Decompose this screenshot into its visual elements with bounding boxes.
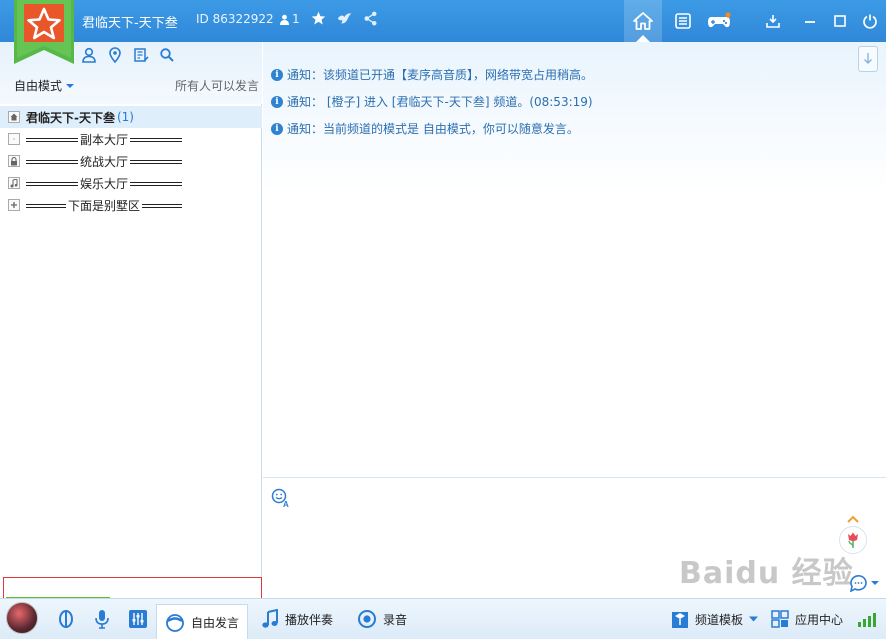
chat-message: i 通知：当前频道的模式是 自由模式，你可以随意发言。 — [271, 120, 579, 137]
edit-list-icon[interactable] — [132, 46, 150, 64]
music-icon — [8, 177, 20, 189]
root-user-count: (1) — [116, 110, 134, 124]
chevron-down-icon — [749, 616, 759, 622]
channel-label-1: 统战大厅 — [26, 153, 183, 170]
app-grid-icon — [771, 610, 789, 628]
svg-text:A: A — [283, 500, 289, 508]
online-users: 1 — [279, 12, 300, 26]
user-icon — [280, 14, 289, 25]
channel-label-3: 下面是别墅区 — [26, 197, 183, 214]
channel-decor-right — [130, 137, 183, 142]
chat-message-text: 通知：该频道已开通【麦序高音质】，网络带宽占用稍高。 — [287, 68, 594, 82]
title-bar: 君临天下-天下叁 ID 86322922 1 — [0, 0, 886, 42]
mode-note: 所有人可以发言 — [174, 79, 259, 93]
home-icon — [633, 12, 653, 30]
minimize-icon[interactable] — [796, 7, 824, 35]
chat-message-text: 通知： [橙子] 进入 [君临天下-天下叁] 频道。(08:53:19) — [287, 95, 593, 109]
channel-label-0: 副本大厅 — [26, 131, 183, 148]
channel-decor-right — [130, 159, 183, 164]
free-speech-icon — [166, 613, 184, 632]
location-pin-icon[interactable] — [106, 46, 124, 64]
dot-icon: · — [8, 133, 20, 145]
channel-item-1[interactable]: 统战大厅 — [0, 150, 262, 172]
record-label: 录音 — [383, 612, 408, 627]
favorite-star-icon[interactable] — [311, 11, 326, 26]
signal-strength-icon — [858, 611, 876, 627]
channel-text-3: 下面是别墅区 — [68, 198, 141, 213]
app-center-button[interactable]: 应用中心 — [771, 607, 843, 631]
free-speech-button[interactable]: 自由发言 — [156, 604, 249, 639]
mode-label: 自由模式 — [14, 79, 63, 93]
info-icon: i — [271, 68, 283, 81]
channel-id: ID 86322922 — [196, 12, 274, 26]
mode-row: 自由模式 所有人可以发言 — [14, 77, 259, 94]
microphone-icon[interactable] — [91, 608, 113, 630]
channel-item-3[interactable]: 下面是别墅区 — [0, 194, 262, 216]
emoji-font-icon[interactable]: A — [271, 488, 291, 509]
channel-text-0: 副本大厅 — [80, 132, 129, 147]
chat-bubble-icon[interactable] — [849, 573, 879, 593]
chat-message: i 通知： [橙子] 进入 [君临天下-天下叁] 频道。(08:53:19) — [271, 93, 593, 110]
power-close-icon[interactable] — [856, 7, 884, 35]
channel-logo — [14, 0, 74, 64]
message-input-area[interactable]: A Baidu 经验 — [263, 477, 886, 598]
avatar[interactable] — [6, 602, 38, 634]
channel-template-button[interactable]: 频道模板 — [671, 607, 759, 631]
info-icon: i — [271, 95, 283, 108]
channel-text-1: 统战大厅 — [80, 154, 129, 169]
bottom-toolbar: 自由发言 播放伴奏 录音 频道模板 应用中心 — [0, 598, 886, 639]
member-icon[interactable] — [80, 46, 98, 64]
channel-tree: 君临天下-天下叁 (1) · 副本大厅 统战大厅 娱乐大厅 下面是别墅区 — [0, 106, 262, 216]
root-channel-name: 君临天下-天下叁 — [26, 110, 115, 125]
online-user-count: 1 — [292, 12, 300, 26]
plus-icon — [8, 199, 20, 211]
share-icon[interactable] — [363, 11, 378, 26]
chevron-up-icon[interactable] — [847, 514, 859, 524]
record-button[interactable]: 录音 — [357, 607, 407, 631]
channel-decor-left — [26, 181, 78, 186]
arrow-down-icon — [864, 53, 872, 64]
info-icon: i — [271, 122, 283, 135]
channel-item-2[interactable]: 娱乐大厅 — [0, 172, 262, 194]
channel-label-2: 娱乐大厅 — [26, 175, 183, 192]
chat-message: i 通知：该频道已开通【麦序高音质】，网络带宽占用稍高。 — [271, 66, 593, 83]
music-note-icon — [262, 609, 278, 628]
game-controller-icon[interactable] — [705, 7, 733, 35]
equalizer-icon[interactable] — [127, 608, 149, 630]
scroll-to-bottom-button[interactable] — [858, 46, 878, 72]
chat-message-text: 通知：当前频道的模式是 自由模式，你可以随意发言。 — [287, 122, 579, 136]
channel-decor-left — [26, 203, 66, 208]
channel-decor-left — [26, 159, 78, 164]
free-speech-label: 自由发言 — [191, 616, 240, 630]
search-icon[interactable] — [158, 46, 176, 64]
app-center-label: 应用中心 — [795, 612, 844, 627]
channel-tools — [80, 46, 176, 64]
bird-icon[interactable] — [336, 11, 353, 26]
channel-text-2: 娱乐大厅 — [80, 176, 129, 191]
download-tray-icon[interactable] — [759, 7, 787, 35]
speaker-icon[interactable] — [55, 608, 77, 630]
watermark-text: Baidu 经验 — [679, 556, 854, 591]
lock-icon — [8, 155, 20, 167]
home-small-icon — [8, 111, 20, 123]
channel-decor-right — [142, 203, 183, 208]
channel-template-label: 频道模板 — [695, 612, 744, 627]
channel-panel: 自由模式 所有人可以发言 君临天下-天下叁 (1) · 副本大厅 统战大厅 娱乐… — [0, 42, 262, 615]
channel-title: 君临天下-天下叁 — [82, 16, 178, 31]
mode-dropdown[interactable]: 自由模式 — [14, 77, 75, 94]
play-accompaniment-label: 播放伴奏 — [285, 612, 334, 627]
maximize-icon[interactable] — [826, 7, 854, 35]
channel-root[interactable]: 君临天下-天下叁 (1) — [0, 106, 262, 128]
record-icon — [358, 610, 376, 628]
channel-item-0[interactable]: · 副本大厅 — [0, 128, 262, 150]
chevron-down-icon — [66, 83, 75, 88]
chat-panel: i 通知：该频道已开通【麦序高音质】，网络带宽占用稍高。 i 通知： [橙子] … — [263, 42, 886, 477]
play-accompaniment-button[interactable]: 播放伴奏 — [261, 607, 333, 631]
home-tab[interactable] — [624, 0, 662, 42]
channel-decor-right — [130, 181, 183, 186]
channel-decor-left — [26, 137, 78, 142]
template-icon — [672, 612, 688, 628]
notes-icon[interactable] — [669, 7, 697, 35]
